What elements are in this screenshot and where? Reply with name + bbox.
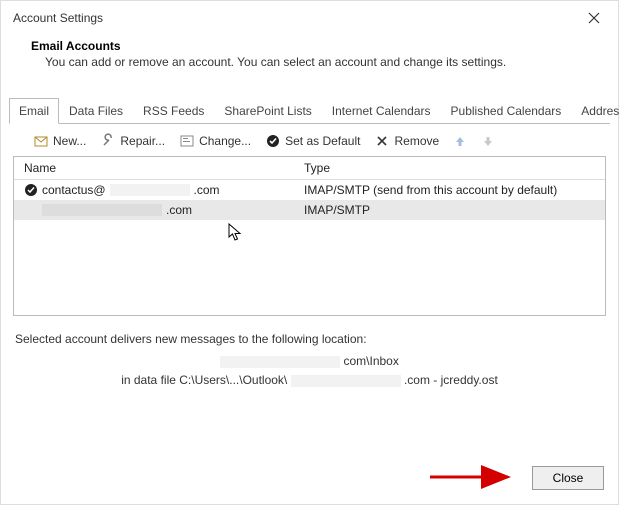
- tab-data-files[interactable]: Data Files: [59, 98, 133, 124]
- close-button[interactable]: Close: [532, 466, 604, 490]
- annotation-arrow: [428, 464, 518, 490]
- tab-rss-feeds[interactable]: RSS Feeds: [133, 98, 214, 124]
- close-icon: [588, 12, 600, 24]
- header-block: Email Accounts You can add or remove an …: [1, 33, 618, 79]
- tab-email[interactable]: Email: [9, 98, 59, 124]
- tab-strip: Email Data Files RSS Feeds SharePoint Li…: [9, 97, 610, 124]
- new-icon: [33, 133, 49, 149]
- selected-location-label: Selected account delivers new messages t…: [15, 332, 606, 346]
- new-button[interactable]: New...: [27, 130, 92, 152]
- account-row[interactable]: contactus@ .com IMAP/SMTP (send from thi…: [14, 180, 605, 200]
- default-check-icon: [24, 183, 38, 197]
- change-button[interactable]: Change...: [173, 130, 257, 152]
- col-type[interactable]: Type: [294, 157, 605, 179]
- detail-line1-suffix: com\Inbox: [343, 354, 398, 368]
- account-row[interactable]: .com IMAP/SMTP: [14, 200, 605, 220]
- toolbar: New... Repair... Change... Set as Defaul…: [9, 124, 610, 156]
- check-circle-icon: [265, 133, 281, 149]
- redacted-segment: [42, 204, 162, 216]
- redacted-segment: [110, 184, 190, 196]
- redacted-segment: [220, 356, 340, 368]
- set-default-button[interactable]: Set as Default: [259, 130, 366, 152]
- account-settings-window: Account Settings Email Accounts You can …: [0, 0, 619, 505]
- delivery-detail: com\Inbox in data file C:\Users\...\Outl…: [13, 352, 606, 390]
- tab-address-books[interactable]: Address Books: [571, 98, 619, 124]
- detail-line2-suffix: .com - jcreddy.ost: [404, 373, 498, 387]
- account-type: IMAP/SMTP: [294, 201, 605, 219]
- change-icon: [179, 133, 195, 149]
- list-header: Name Type: [14, 157, 605, 180]
- move-up-button: [447, 131, 473, 151]
- remove-label: Remove: [394, 134, 439, 148]
- repair-label: Repair...: [120, 134, 165, 148]
- remove-icon: [374, 133, 390, 149]
- account-name-suffix: .com: [194, 183, 220, 197]
- default-label: Set as Default: [285, 134, 360, 148]
- footer: Close: [532, 466, 604, 490]
- tab-sharepoint-lists[interactable]: SharePoint Lists: [214, 98, 321, 124]
- change-label: Change...: [199, 134, 251, 148]
- move-down-button: [475, 131, 501, 151]
- arrow-down-icon: [481, 134, 495, 148]
- account-name-suffix: .com: [166, 203, 192, 217]
- window-title: Account Settings: [13, 11, 103, 25]
- header-description: You can add or remove an account. You ca…: [31, 55, 594, 69]
- repair-button[interactable]: Repair...: [94, 130, 171, 152]
- titlebar: Account Settings: [1, 1, 618, 33]
- header-title: Email Accounts: [31, 39, 594, 53]
- arrow-up-icon: [453, 134, 467, 148]
- col-name[interactable]: Name: [14, 157, 294, 179]
- tab-published-calendars[interactable]: Published Calendars: [441, 98, 572, 124]
- account-type: IMAP/SMTP (send from this account by def…: [294, 181, 605, 199]
- repair-icon: [100, 133, 116, 149]
- tab-internet-calendars[interactable]: Internet Calendars: [322, 98, 441, 124]
- redacted-segment: [291, 375, 401, 387]
- accounts-list[interactable]: Name Type contactus@ .com IMAP/SMTP (sen…: [13, 156, 606, 316]
- window-close-button[interactable]: [580, 7, 608, 29]
- account-name-prefix: contactus@: [42, 183, 106, 197]
- new-label: New...: [53, 134, 86, 148]
- remove-button[interactable]: Remove: [368, 130, 445, 152]
- detail-line2-prefix: in data file C:\Users\...\Outlook\: [121, 373, 287, 387]
